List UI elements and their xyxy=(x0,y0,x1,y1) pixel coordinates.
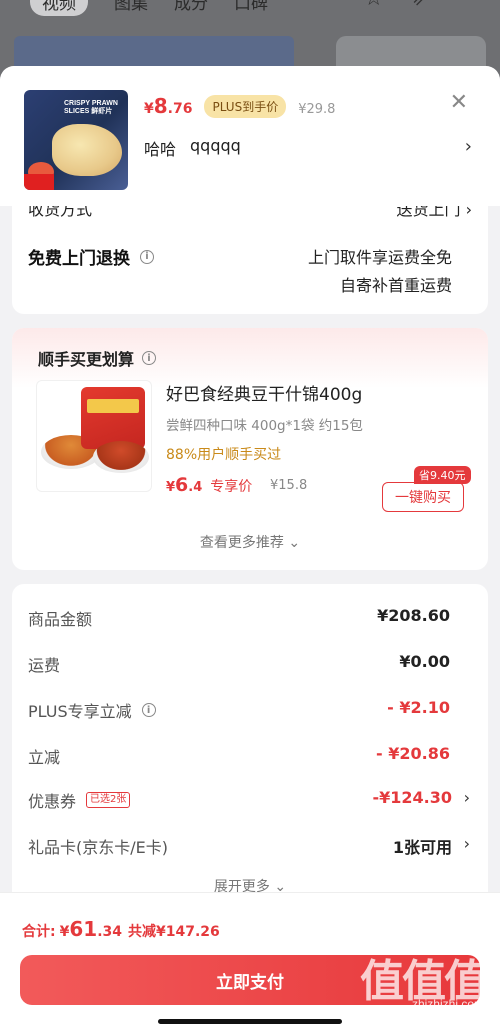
snack-bag-label xyxy=(87,399,139,413)
total-currency: ¥ xyxy=(59,924,70,940)
bg-tab-gallery: 图集 xyxy=(114,0,148,14)
snack-bag-image xyxy=(81,387,145,449)
original-price: ¥29.8 xyxy=(298,102,336,117)
summary-label: PLUS专享立减 i xyxy=(28,698,156,722)
info-icon[interactable]: i xyxy=(142,351,157,365)
chevron-right-icon[interactable]: › xyxy=(464,834,470,853)
summary-label-text: 优惠券 xyxy=(28,792,77,811)
background-icons: ☆ ⇗ ⋯ xyxy=(364,0,480,11)
total-decimal: .34 xyxy=(97,924,123,940)
order-total: 合计: ¥ 61 .34 共减¥147.26 xyxy=(22,917,220,941)
product-thumbnail[interactable]: CRISPY PRAWN SLICES 鲜虾片 xyxy=(24,90,128,190)
chevron-right-icon[interactable]: › xyxy=(465,136,472,157)
rec-price-currency: ¥ xyxy=(166,480,176,495)
info-icon[interactable]: i xyxy=(141,703,156,717)
recommendation-title-text: 顺手买更划算 xyxy=(38,350,135,369)
site-watermark: 值值值 zhizhizhi.com xyxy=(344,945,492,1015)
info-icon[interactable]: i xyxy=(140,249,154,264)
rec-price-label: 专享价 xyxy=(210,479,253,495)
summary-label-text: PLUS专享立减 xyxy=(28,702,132,721)
recommendation-card: 顺手买更划算 i 好巴食经典豆干什锦400g 尝鲜四种口味 400g*1袋 约1… xyxy=(12,328,488,570)
price-summary-card: 商品金额 ¥208.60 运费 ¥0.00 PLUS专享立减 i - ¥2.10… xyxy=(12,584,488,904)
share-icon: ⇗ xyxy=(412,0,430,11)
savings-badge: 省9.40元 xyxy=(414,466,471,484)
bg-tab-reviews: 口碑 xyxy=(234,0,268,14)
free-return-text: 免费上门退换 xyxy=(28,249,130,269)
product-header: CRISPY PRAWN SLICES 鲜虾片 ¥ 8 .76 PLUS到手价 … xyxy=(0,66,500,206)
checkout-sheet: CRISPY PRAWN SLICES 鲜虾片 ¥ 8 .76 PLUS到手价 … xyxy=(0,66,500,1031)
summary-row-instant-discount: 立减 - ¥20.86 xyxy=(12,744,488,774)
bg-tab-video: 视频 xyxy=(30,0,88,16)
summary-value: ¥0.00 xyxy=(399,652,450,671)
star-icon: ☆ xyxy=(364,0,384,11)
recommended-product-stat: 88%用户顺手买过 xyxy=(166,447,282,463)
recommended-product-spec: 尝鲜四种口味 400g*1袋 约15包 xyxy=(166,418,363,434)
recommended-product-name[interactable]: 好巴食经典豆干什锦400g xyxy=(166,380,362,405)
price-currency: ¥ xyxy=(144,101,154,117)
prawn-chip-image xyxy=(52,124,122,176)
selected-spec[interactable]: 哈哈 qqqqq xyxy=(144,136,241,160)
spec-value-2: qqqqq xyxy=(190,136,241,155)
summary-label: 礼品卡(京东卡/E卡) xyxy=(28,838,168,857)
watermark-site: zhizhizhi.com xyxy=(411,997,484,1011)
price-integer: 8 xyxy=(153,94,168,118)
more-recommendations-link[interactable]: 查看更多推荐 ⌄ xyxy=(12,532,488,552)
spec-value-1: 哈哈 xyxy=(144,140,177,159)
food-bowl-image-2 xyxy=(93,441,149,473)
summary-row-goods: 商品金额 ¥208.60 xyxy=(12,606,488,636)
summary-label: 运费 xyxy=(28,656,61,675)
summary-row-shipping: 运费 ¥0.00 xyxy=(12,652,488,682)
price-decimal: .76 xyxy=(167,101,193,117)
one-click-buy-button[interactable]: 一键购买 xyxy=(382,482,464,512)
summary-value: - ¥20.86 xyxy=(376,744,450,763)
summary-label: 立减 xyxy=(28,748,61,767)
total-integer: 61 xyxy=(69,917,98,941)
summary-row-plus-discount: PLUS专享立减 i - ¥2.10 xyxy=(12,698,488,728)
total-saved: 共减¥147.26 xyxy=(128,924,220,940)
return-detail-line-2: 自寄补首重运费 xyxy=(339,276,452,295)
close-icon[interactable]: ✕ xyxy=(450,92,468,114)
recommended-product-image[interactable] xyxy=(36,380,152,492)
thumbnail-text: CRISPY PRAWN SLICES 鲜虾片 xyxy=(64,100,118,115)
more-icon: ⋯ xyxy=(458,0,480,11)
plus-price-badge: PLUS到手价 xyxy=(204,95,287,118)
coupon-count-badge: 已选2张 xyxy=(86,792,131,808)
free-return-label: 免费上门退换 i xyxy=(28,244,154,269)
thumbnail-tag xyxy=(24,174,54,190)
rec-price-integer: 6 xyxy=(175,474,189,496)
summary-value: 1张可用 xyxy=(392,838,452,857)
summary-row-coupons[interactable]: 优惠券 已选2张 -¥124.30 › xyxy=(12,788,488,818)
product-price: ¥ 8 .76 PLUS到手价 ¥29.8 xyxy=(144,94,335,120)
rec-price-decimal: .4 xyxy=(188,480,203,495)
recommendation-title: 顺手买更划算 i xyxy=(38,346,157,370)
bg-tab-ingredients: 成分 xyxy=(174,0,208,14)
summary-value: -¥124.30 xyxy=(372,788,452,807)
chevron-right-icon[interactable]: › xyxy=(464,788,470,807)
summary-value: ¥208.60 xyxy=(377,606,450,625)
summary-value: - ¥2.10 xyxy=(387,698,450,717)
summary-label: 优惠券 已选2张 xyxy=(28,788,131,812)
delivery-card: 收货方式 送货上门 › 免费上门退换 i 上门取件享运费全免 自寄补首重运费 xyxy=(12,192,488,314)
recommended-product-price: ¥ 6 .4 专享价 xyxy=(166,474,252,496)
summary-row-gift-card[interactable]: 礼品卡(京东卡/E卡) 1张可用 › xyxy=(12,834,488,864)
recommended-original-price: ¥15.8 xyxy=(270,478,308,493)
total-label: 合计: xyxy=(22,924,56,940)
return-detail-line-1: 上门取件享运费全免 xyxy=(307,248,452,267)
checkout-bottom-bar: 合计: ¥ 61 .34 共减¥147.26 立即支付 值值值 zhizhizh… xyxy=(0,892,500,1031)
home-indicator xyxy=(158,1019,342,1024)
summary-label: 商品金额 xyxy=(28,610,93,629)
